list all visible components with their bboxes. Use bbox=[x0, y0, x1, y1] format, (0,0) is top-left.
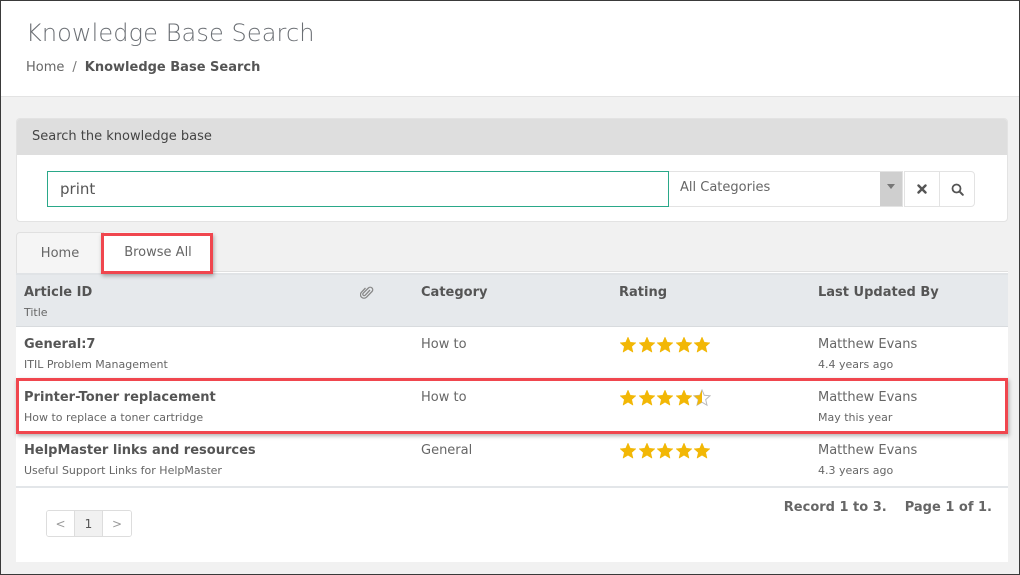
table-row[interactable]: HelpMaster links and resources Useful Su… bbox=[16, 433, 1008, 486]
column-header-last-updated-by[interactable]: Last Updated By bbox=[818, 285, 939, 300]
star-full-icon bbox=[619, 442, 637, 459]
pagination-next-button[interactable]: > bbox=[103, 511, 131, 536]
star-full-icon bbox=[637, 389, 656, 406]
pagination-prev-button[interactable]: < bbox=[47, 511, 75, 536]
column-header-title[interactable]: Title bbox=[24, 306, 48, 319]
article-title: ITIL Problem Management bbox=[24, 358, 168, 371]
category-select-value: All Categories bbox=[680, 180, 771, 195]
star-full-icon bbox=[674, 336, 693, 353]
table-row[interactable]: Printer-Toner replacement How to replace… bbox=[16, 380, 1008, 433]
record-info: Record 1 to 3. Page 1 of 1. bbox=[784, 500, 992, 515]
table-footer-divider bbox=[16, 486, 1008, 488]
rating-stars bbox=[619, 442, 712, 460]
breadcrumb-home[interactable]: Home bbox=[26, 60, 64, 75]
tab-home[interactable]: Home bbox=[16, 232, 104, 273]
search-input[interactable] bbox=[47, 171, 669, 207]
star-full-icon bbox=[619, 336, 637, 353]
last-updated-user: Matthew Evans bbox=[818, 443, 918, 458]
chevron-down-icon[interactable] bbox=[880, 172, 902, 206]
last-updated-time: May this year bbox=[818, 411, 893, 424]
close-icon bbox=[917, 184, 927, 194]
last-updated-time: 4.4 years ago bbox=[818, 358, 894, 371]
clear-search-button[interactable] bbox=[904, 171, 940, 207]
star-full-icon bbox=[674, 389, 693, 406]
star-full-icon bbox=[656, 442, 674, 459]
search-panel-title: Search the knowledge base bbox=[17, 119, 1007, 155]
article-category: How to bbox=[421, 390, 467, 405]
last-updated-time: 4.3 years ago bbox=[818, 464, 894, 477]
article-id[interactable]: HelpMaster links and resources bbox=[24, 443, 256, 458]
star-full-icon bbox=[674, 442, 693, 459]
page-header: Knowledge Base Search Home / Knowledge Bas… bbox=[1, 1, 1019, 97]
star-full-icon bbox=[693, 442, 711, 459]
pagination: < 1 > bbox=[46, 510, 132, 537]
breadcrumb: Home / Knowledge Base Search bbox=[26, 60, 260, 75]
article-category: General bbox=[421, 443, 473, 458]
pagination-page-button[interactable]: 1 bbox=[75, 511, 103, 536]
tab-browse-all[interactable]: Browse All bbox=[104, 232, 212, 273]
last-updated-user: Matthew Evans bbox=[818, 337, 918, 352]
record-range: Record 1 to 3. bbox=[783, 500, 887, 515]
star-full-icon bbox=[656, 336, 674, 353]
star-full-icon bbox=[637, 442, 656, 459]
category-select[interactable]: All Categories bbox=[669, 171, 903, 207]
table-header: Article ID Title Category Rating Last Up… bbox=[16, 273, 1008, 327]
article-id[interactable]: Printer-Toner replacement bbox=[24, 390, 216, 405]
page-title: Knowledge Base Search bbox=[26, 19, 315, 47]
article-title: How to replace a toner cartridge bbox=[24, 411, 204, 424]
star-full-icon bbox=[637, 336, 656, 353]
star-full-icon bbox=[619, 389, 637, 406]
breadcrumb-current: Knowledge Base Search bbox=[84, 60, 261, 75]
results-panel: Home Browse All Article ID Title Categor… bbox=[16, 232, 1008, 562]
article-title: Useful Support Links for HelpMaster bbox=[24, 464, 222, 477]
rating-stars bbox=[619, 336, 712, 354]
table-row[interactable]: General:7 ITIL Problem Management How to… bbox=[16, 327, 1008, 380]
rating-stars bbox=[619, 389, 712, 407]
column-header-category[interactable]: Category bbox=[421, 285, 487, 300]
star-full-icon bbox=[693, 336, 711, 353]
article-category: How to bbox=[421, 337, 467, 352]
search-icon bbox=[951, 183, 964, 196]
column-header-article-id[interactable]: Article ID bbox=[24, 285, 92, 300]
last-updated-user: Matthew Evans bbox=[818, 390, 918, 405]
star-full-icon bbox=[656, 389, 674, 406]
search-button[interactable] bbox=[939, 171, 975, 207]
star-half-icon bbox=[693, 389, 711, 407]
page-info: Page 1 of 1. bbox=[904, 500, 992, 515]
paperclip-icon bbox=[360, 286, 374, 299]
column-header-rating[interactable]: Rating bbox=[619, 285, 667, 300]
article-id[interactable]: General:7 bbox=[24, 337, 95, 352]
search-panel: Search the knowledge base All Categories bbox=[16, 118, 1008, 222]
tab-bar: Home Browse All bbox=[16, 232, 1008, 273]
breadcrumb-separator: / bbox=[72, 60, 77, 75]
